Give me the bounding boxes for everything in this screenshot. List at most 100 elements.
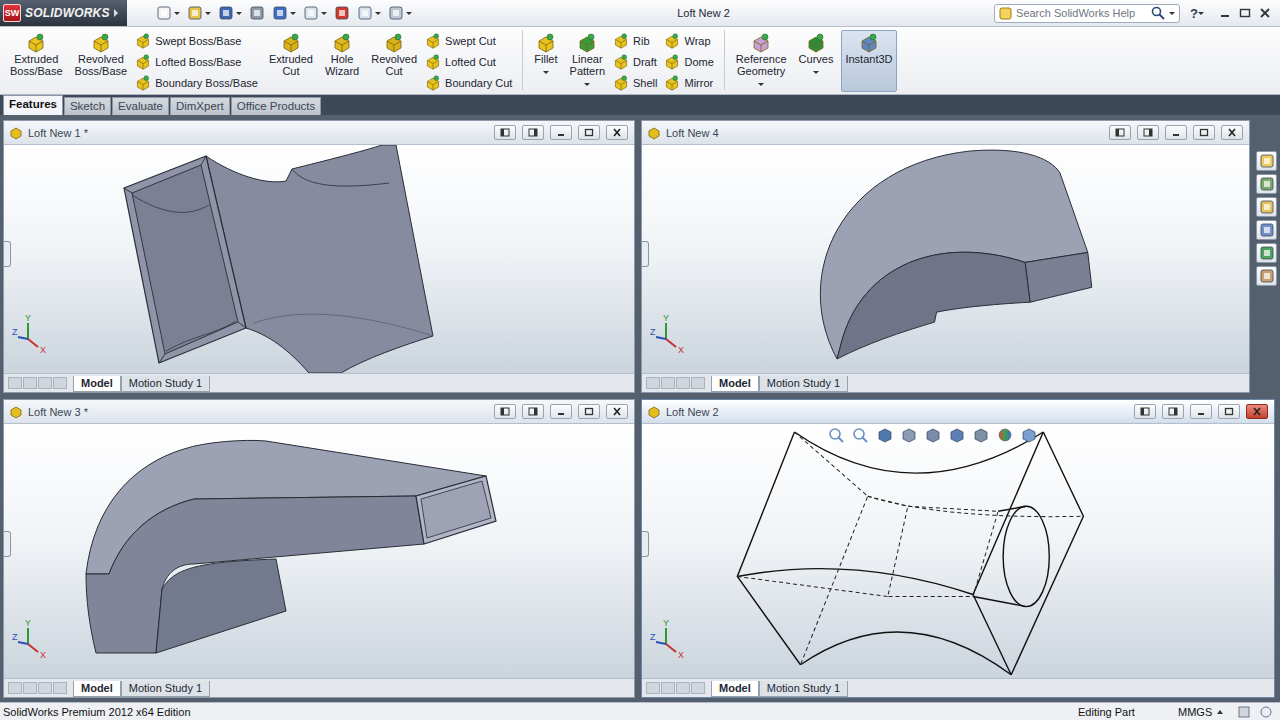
tile-left-button[interactable] (1134, 404, 1156, 419)
tab-scroll-button[interactable] (676, 682, 690, 694)
ribbon-small-button[interactable]: Mirror (664, 73, 716, 93)
tab-scroll-button[interactable] (661, 377, 675, 389)
units-selector[interactable]: MMGS (1178, 706, 1238, 718)
graphics-area[interactable]: YXZ (4, 424, 634, 678)
command-tab[interactable]: Features (3, 95, 63, 115)
ribbon-small-button[interactable]: Boundary Cut (425, 73, 515, 93)
close-button[interactable] (1246, 404, 1268, 419)
ribbon-small-button[interactable]: Lofted Boss/Base (135, 52, 261, 72)
tab-scroll-button[interactable] (691, 682, 705, 694)
view-tool-icon[interactable] (972, 427, 990, 443)
help-button[interactable]: ? (1190, 6, 1198, 21)
document-tab[interactable]: Model (73, 376, 121, 392)
restore-button[interactable] (1193, 125, 1215, 140)
ribbon-button[interactable]: Instant3D (841, 30, 896, 92)
document-tab[interactable]: Model (711, 376, 759, 392)
restore-button[interactable] (578, 404, 600, 419)
tile-right-button[interactable] (522, 125, 544, 140)
document-window[interactable]: Loft New 1 *YXZModelMotion Study 1 (3, 120, 635, 393)
tile-right-button[interactable] (1137, 125, 1159, 140)
view-tool-icon[interactable] (828, 427, 846, 443)
view-tool-icon[interactable] (1020, 427, 1038, 443)
tab-scroll-button[interactable] (646, 682, 660, 694)
quick-access-button[interactable] (155, 3, 181, 23)
tab-scroll-button[interactable] (53, 682, 67, 694)
graphics-area[interactable]: YXZ (642, 424, 1274, 678)
ribbon-button[interactable]: ExtrudedCut (265, 30, 317, 92)
help-search[interactable]: Search SolidWorks Help (994, 4, 1180, 23)
view-tool-icon[interactable] (900, 427, 918, 443)
tab-scroll-button[interactable] (646, 377, 660, 389)
ribbon-button[interactable]: RevolvedBoss/Base (71, 30, 132, 92)
tab-scroll-button[interactable] (53, 377, 67, 389)
restore-button[interactable] (1218, 404, 1240, 419)
task-pane-button[interactable] (1256, 174, 1277, 194)
close-button[interactable] (606, 404, 628, 419)
tab-scroll-button[interactable] (8, 377, 22, 389)
ribbon-button[interactable]: LinearPattern (566, 30, 609, 92)
document-window[interactable]: Loft New 4YXZModelMotion Study 1 (641, 120, 1250, 393)
command-tab[interactable]: Office Products (231, 97, 321, 115)
ribbon-small-button[interactable]: Lofted Cut (425, 52, 515, 72)
document-title-bar[interactable]: Loft New 1 * (4, 121, 634, 145)
quick-access-button[interactable] (302, 3, 328, 23)
panel-handle[interactable] (642, 241, 649, 267)
minimize-button[interactable] (1165, 125, 1187, 140)
view-tool-icon[interactable] (996, 427, 1014, 443)
tab-scroll-button[interactable] (676, 377, 690, 389)
ribbon-button[interactable]: Fillet (530, 30, 561, 92)
curved-sweep-model[interactable] (642, 145, 1249, 373)
close-button[interactable] (606, 125, 628, 140)
view-tool-icon[interactable] (876, 427, 894, 443)
tile-left-button[interactable] (494, 125, 516, 140)
document-tab[interactable]: Motion Study 1 (121, 681, 210, 697)
ribbon-small-button[interactable]: Swept Cut (425, 31, 515, 51)
view-tool-icon[interactable] (924, 427, 942, 443)
ribbon-small-button[interactable]: Swept Boss/Base (135, 31, 261, 51)
task-pane-button[interactable] (1256, 266, 1277, 286)
tab-scroll-button[interactable] (661, 682, 675, 694)
quick-access-button[interactable] (333, 3, 351, 23)
quick-access-button[interactable] (356, 3, 382, 23)
panel-handle[interactable] (642, 531, 649, 557)
tab-scroll-button[interactable] (691, 377, 705, 389)
ribbon-small-button[interactable]: Boundary Boss/Base (135, 73, 261, 93)
ribbon-button[interactable]: ExtrudedBoss/Base (6, 30, 67, 92)
tile-right-button[interactable] (522, 404, 544, 419)
quick-access-button[interactable] (248, 3, 266, 23)
tab-scroll-button[interactable] (23, 682, 37, 694)
document-window[interactable]: Loft New 3 *YXZModelMotion Study 1 (3, 399, 635, 698)
app-close-icon[interactable] (1258, 7, 1272, 19)
tab-scroll-button[interactable] (8, 682, 22, 694)
ribbon-small-button[interactable]: Wrap (664, 31, 716, 51)
help-tip-icon[interactable] (1260, 706, 1272, 718)
ribbon-button[interactable]: HoleWizard (321, 30, 363, 92)
document-tab[interactable]: Model (73, 681, 121, 697)
ribbon-button[interactable]: ReferenceGeometry (732, 30, 791, 92)
restore-button[interactable] (578, 125, 600, 140)
task-pane-button[interactable] (1256, 151, 1277, 171)
ribbon-button[interactable]: Curves (795, 30, 838, 92)
document-tab[interactable]: Motion Study 1 (759, 376, 848, 392)
minimize-button[interactable] (550, 404, 572, 419)
close-button[interactable] (1221, 125, 1243, 140)
task-pane-button[interactable] (1256, 197, 1277, 217)
tab-scroll-button[interactable] (23, 377, 37, 389)
tab-scroll-button[interactable] (38, 682, 52, 694)
ribbon-small-button[interactable]: Dome (664, 52, 716, 72)
graphics-area[interactable]: YXZ (4, 145, 634, 373)
ribbon-small-button[interactable]: Draft (613, 52, 660, 72)
command-tab[interactable]: Evaluate (112, 97, 169, 115)
document-title-bar[interactable]: Loft New 2 (642, 400, 1274, 424)
command-tab[interactable]: Sketch (64, 97, 111, 115)
elbow-duct-model[interactable] (4, 424, 634, 678)
document-window[interactable]: Loft New 2YXZ ModelMotion Study 1 (641, 399, 1275, 698)
document-tab[interactable]: Model (711, 681, 759, 697)
panel-handle[interactable] (4, 241, 11, 267)
minimize-button[interactable] (1190, 404, 1212, 419)
view-tool-icon[interactable] (948, 427, 966, 443)
minimize-button[interactable] (550, 125, 572, 140)
document-tab[interactable]: Motion Study 1 (759, 681, 848, 697)
tab-scroll-button[interactable] (38, 377, 52, 389)
document-title-bar[interactable]: Loft New 4 (642, 121, 1249, 145)
